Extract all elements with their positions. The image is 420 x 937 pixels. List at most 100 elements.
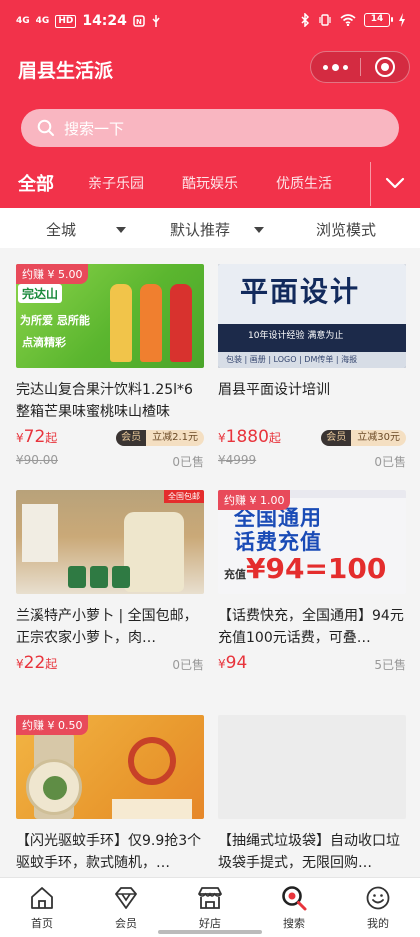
bottle-graphic (110, 284, 132, 362)
product-price: ¥22起 (16, 653, 58, 673)
image-label: 全国包邮 (164, 490, 204, 503)
jar-graphic (124, 512, 184, 592)
dot-icon (343, 64, 348, 70)
usb-icon (152, 15, 160, 27)
charging-icon (399, 13, 405, 27)
close-miniapp-button[interactable] (361, 52, 409, 82)
sold-count: 0已售 (172, 455, 204, 469)
earn-badge: 约赚 ¥ 1.00 (218, 490, 291, 510)
product-image: 约赚 ¥ 0.50 (16, 715, 204, 819)
original-price: ¥90.00 (16, 453, 58, 467)
hd-badge: HD (55, 14, 77, 28)
category-tab-family[interactable]: 亲子乐园 (88, 173, 144, 193)
sold-count: 0已售 (172, 658, 204, 672)
triangle-down-icon (254, 226, 265, 233)
filter-bar: 全城 默认推荐 浏览模式 (0, 208, 420, 248)
product-price: ¥72起 (16, 427, 58, 447)
image-headline: 平面设计 (240, 275, 361, 308)
product-image-placeholder (218, 715, 406, 819)
area-filter[interactable]: 全城 (46, 219, 127, 240)
tab-member[interactable]: 会员 (96, 884, 156, 931)
smile-icon (366, 886, 390, 910)
sort-filter-label: 默认推荐 (170, 221, 231, 239)
image-subline: 10年设计经验 满意为止 (248, 331, 344, 341)
tab-search-label: 搜索 (283, 917, 305, 930)
more-menu-button[interactable] (311, 52, 360, 82)
tab-home-label: 首页 (31, 917, 53, 930)
bottom-tab-bar: 首页 会员 好店 搜索 我的 (0, 877, 420, 937)
member-discount-badge: 会员 立减2.1元 (116, 430, 204, 446)
dot-icon (332, 63, 339, 71)
status-time: 14:24 (82, 13, 127, 29)
earn-badge: 约赚 ¥ 0.50 (16, 715, 89, 735)
bottle-graphic (140, 284, 162, 362)
product-image: 全国包邮 (16, 490, 204, 594)
package-graphic (22, 504, 58, 562)
category-tab-life[interactable]: 优质生活 (276, 173, 332, 193)
home-indicator (158, 930, 262, 934)
category-tabs: 全部 亲子乐园 酷玩娱乐 优质生活 (0, 160, 420, 208)
watch-face-graphic (26, 759, 82, 815)
product-price: ¥94 (218, 653, 248, 673)
miniapp-capsule (310, 51, 410, 83)
brand-logo-text: 完达山 (18, 284, 63, 303)
search-icon (37, 119, 54, 136)
image-bar-text: 包装 | 画册 | LOGO | DM传单 | 海报 (218, 352, 406, 368)
earn-badge: 约赚 ¥ 5.00 (16, 264, 89, 284)
product-price: ¥1880起 (218, 427, 281, 447)
browse-mode-label: 浏览模式 (316, 221, 377, 239)
shop-icon (198, 887, 222, 909)
product-image: 约赚 ¥ 1.00 全国通用 话费充值 充值¥94=100 (218, 490, 406, 594)
svg-text:N: N (136, 18, 142, 26)
battery-indicator: 14 (364, 13, 393, 27)
image-slogan: 为所爱 忌所能 (20, 314, 90, 327)
tab-profile[interactable]: 我的 (348, 884, 408, 931)
status-bar: 4G 4G HD 14:24 N 14 (0, 0, 420, 44)
product-name: 完达山复合果汁饮料1.25l*6整箱芒果味蜜桃味山楂味 (16, 382, 193, 420)
original-price: ¥4999 (218, 453, 257, 467)
wifi-icon (340, 14, 356, 26)
product-name: 眉县平面设计培训 (218, 382, 330, 398)
member-discount-badge: 会员 立减30元 (321, 430, 406, 446)
header: 4G 4G HD 14:24 N 14 眉县生活派 搜索一下 全部 亲子乐园 酷… (0, 0, 420, 208)
stand-graphic (112, 799, 192, 819)
sold-count: 0已售 (374, 455, 406, 469)
dot-icon (323, 64, 328, 70)
sort-filter[interactable]: 默认推荐 (170, 219, 265, 240)
chevron-down-icon[interactable] (384, 172, 406, 194)
search-placeholder: 搜索一下 (64, 119, 125, 138)
bottle-graphic (170, 284, 192, 362)
vibrate-icon (319, 14, 331, 26)
signal-4g-2: 4G (35, 15, 50, 26)
product-name: 【话费快充，全国通用】94元充值100元话费，可叠… (218, 608, 404, 646)
home-icon (31, 887, 53, 909)
page-title: 眉县生活派 (18, 60, 114, 82)
product-image: 平面设计 10年设计经验 满意为止 包装 | 画册 | LOGO | DM传单 … (218, 264, 406, 368)
target-icon (374, 57, 395, 77)
signal-4g-1: 4G (16, 15, 30, 26)
product-name: 兰溪特产小萝卜 | 全国包邮，正宗农家小萝卜，肉… (16, 608, 198, 646)
category-tab-all[interactable]: 全部 (18, 170, 54, 196)
tab-shop-label: 好店 (199, 917, 221, 930)
product-name: 【闪光驱蚊手环】仅9.9抢3个驱蚊手环，款式随机，… (16, 833, 202, 871)
image-slogan-2: 点滴精彩 (22, 336, 66, 349)
category-divider (370, 162, 371, 206)
tab-search[interactable]: 搜索 (264, 884, 324, 931)
nfc-icon: N (133, 15, 145, 27)
product-image: 约赚 ¥ 5.00 完达山 为所爱 忌所能 点滴精彩 (16, 264, 204, 368)
tab-profile-label: 我的 (367, 917, 389, 930)
tab-home[interactable]: 首页 (12, 884, 72, 931)
tab-shop[interactable]: 好店 (180, 884, 240, 931)
browse-mode-toggle[interactable]: 浏览模式 (316, 219, 376, 240)
ring-graphic (128, 737, 176, 785)
category-tab-fun[interactable]: 酷玩娱乐 (182, 173, 238, 193)
tab-member-label: 会员 (115, 917, 137, 930)
diamond-icon (115, 887, 137, 909)
area-filter-label: 全城 (46, 221, 77, 239)
search-bar[interactable]: 搜索一下 (21, 109, 399, 147)
sold-count: 5已售 (374, 658, 406, 672)
bluetooth-icon (301, 13, 310, 27)
search-icon (282, 886, 307, 911)
image-price-text: 充值¥94=100 (224, 552, 387, 585)
product-name: 【抽绳式垃圾袋】自动收口垃圾袋手提式，无限回购… (218, 833, 400, 871)
